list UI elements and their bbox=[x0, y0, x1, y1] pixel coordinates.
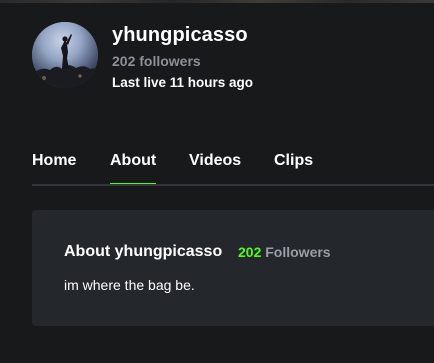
follower-count-text: 202 followers bbox=[112, 53, 201, 69]
tab-videos[interactable]: Videos bbox=[189, 152, 241, 170]
avatar-image bbox=[32, 22, 98, 88]
about-card: About yhungpicasso 202 Followers im wher… bbox=[32, 210, 434, 326]
channel-bio: im where the bag be. bbox=[64, 277, 195, 293]
about-title: About yhungpicasso bbox=[64, 243, 223, 260]
last-live-status: Last live 11 hours ago bbox=[112, 75, 254, 90]
follower-count: 202 followers bbox=[112, 53, 201, 69]
channel-name: yhungpicasso bbox=[112, 24, 248, 46]
channel-header: yhungpicasso 202 followers Last live 11 … bbox=[32, 20, 432, 90]
channel-tabs: Home About Videos Clips bbox=[0, 138, 434, 186]
avatar[interactable] bbox=[32, 22, 98, 88]
tabs-divider bbox=[32, 184, 434, 186]
tab-about[interactable]: About bbox=[110, 152, 156, 170]
tab-home[interactable]: Home bbox=[32, 152, 76, 170]
about-follower-label: Followers bbox=[265, 244, 331, 260]
tab-clips[interactable]: Clips bbox=[274, 152, 313, 170]
about-follower-count: 202 Followers bbox=[238, 244, 331, 260]
about-follower-number: 202 bbox=[238, 244, 262, 260]
top-banner-strip bbox=[0, 0, 434, 3]
